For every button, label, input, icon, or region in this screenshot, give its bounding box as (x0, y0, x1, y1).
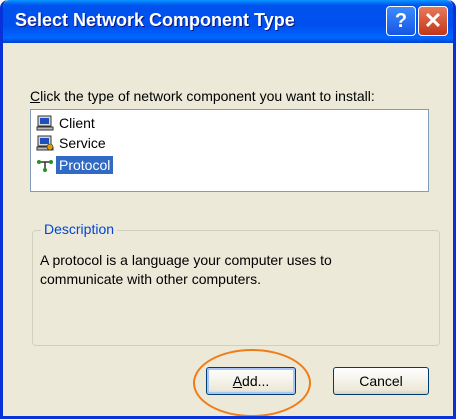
list-item-label: Service (59, 135, 106, 151)
component-type-list[interactable]: Client Service Protocol (30, 109, 429, 192)
close-button[interactable]: ✕ (418, 6, 448, 36)
instruction-label: Click the type of network component you … (30, 88, 375, 104)
list-item-client[interactable]: Client (36, 113, 98, 133)
list-item-label: Client (59, 115, 95, 131)
description-text: A protocol is a language your computer u… (40, 252, 332, 287)
client-computer-icon (36, 115, 54, 131)
instruction-text: lick the type of network component you w… (40, 88, 375, 104)
instruction-mnemonic: C (30, 88, 41, 104)
list-item-protocol[interactable]: Protocol (36, 155, 114, 175)
dialog-window: Select Network Component Type ? ✕ Click … (0, 0, 456, 419)
help-button[interactable]: ? (386, 6, 416, 36)
service-computer-icon (36, 135, 54, 151)
highlight-circle (193, 349, 311, 416)
cancel-button[interactable]: Cancel (333, 367, 429, 395)
title-bar[interactable]: Select Network Component Type ? ✕ (3, 0, 453, 43)
protocol-network-icon (37, 160, 53, 172)
window-title: Select Network Component Type (15, 10, 295, 30)
list-item-label: Protocol (56, 156, 114, 174)
list-item-service[interactable]: Service (36, 133, 109, 153)
description-legend: Description (41, 221, 118, 237)
